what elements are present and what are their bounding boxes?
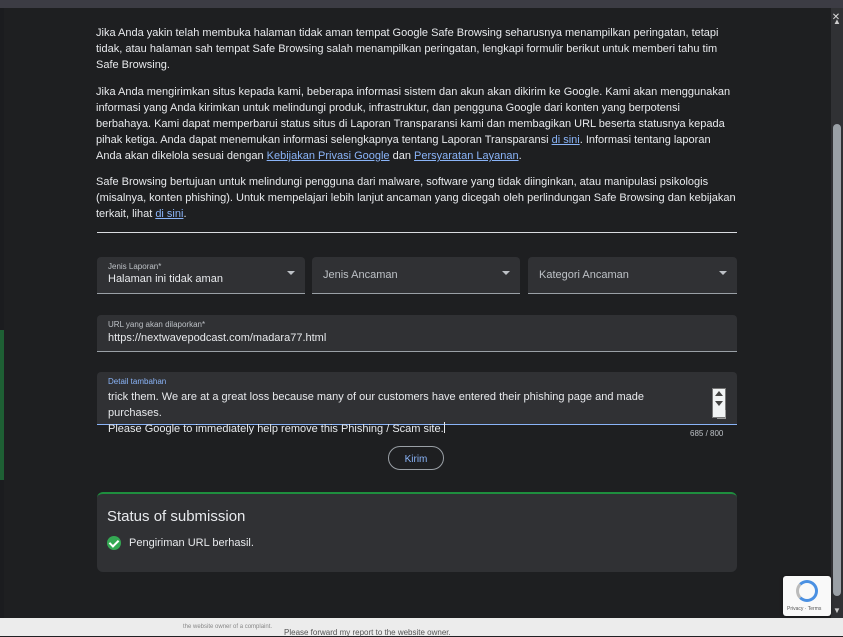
report-type-label: Jenis Laporan* (108, 262, 162, 271)
text: . (518, 150, 522, 162)
threat-category-placeholder: Kategori Ancaman (539, 269, 629, 281)
dropdown-arrow-icon (502, 271, 510, 275)
status-message: Pengiriman URL berhasil. (129, 537, 254, 549)
status-title: Status of submission (107, 508, 246, 525)
url-input[interactable]: URL yang akan dilaporkan* https://nextwa… (97, 315, 737, 352)
top-bar (0, 0, 843, 8)
details-label: Detail tambahan (108, 377, 167, 386)
char-counter: 685 / 800 (690, 429, 724, 438)
recaptcha-footer[interactable]: Privacy · Terms (787, 606, 821, 612)
report-type-value: Halaman ini tidak aman (108, 273, 223, 285)
recaptcha-logo-icon (796, 580, 818, 602)
divider (97, 232, 737, 233)
scroll-down-arrow-icon[interactable]: ▼ (831, 605, 843, 617)
threat-type-placeholder: Jenis Ancaman (323, 269, 398, 281)
success-check-icon (107, 536, 121, 550)
text: Safe Browsing bertujuan untuk melindungi… (96, 176, 736, 220)
recaptcha-badge[interactable]: Privacy · Terms (783, 576, 831, 616)
dropdown-arrow-icon (287, 271, 295, 275)
status-card: Status of submission Pengiriman URL berh… (97, 492, 737, 572)
details-line: trick them. We are at a great loss becau… (108, 391, 645, 419)
resize-handle-icon[interactable] (717, 410, 726, 419)
details-text: trick them. We are at a great loss becau… (108, 389, 698, 437)
text: dan (389, 150, 415, 162)
scrollbar-thumb[interactable] (833, 124, 841, 596)
intro-paragraph-2: Jika Anda mengirimkan situs kepada kami,… (96, 84, 738, 164)
details-line: Please Google to immediately help remove… (108, 423, 444, 435)
threat-category-select[interactable]: Kategori Ancaman (528, 257, 737, 294)
terms-link[interactable]: Persyaratan Layanan (414, 150, 519, 162)
intro-paragraph-3: Safe Browsing bertujuan untuk melindungi… (96, 174, 738, 222)
details-line-last: Please Google to immediately help remove… (108, 421, 698, 437)
intro-paragraph-1: Jika Anda yakin telah membuka halaman ti… (96, 27, 719, 71)
close-icon[interactable]: ✕ (830, 12, 842, 24)
url-value: https://nextwavepodcast.com/madara77.htm… (108, 332, 327, 344)
text-cursor (443, 422, 445, 433)
background-page: the website owner of a complaint. Please… (0, 618, 843, 637)
transparency-link[interactable]: di sini (552, 134, 580, 146)
threats-link[interactable]: di sini (155, 208, 183, 220)
text: . (183, 208, 187, 220)
threat-type-select[interactable]: Jenis Ancaman (312, 257, 520, 294)
url-label: URL yang akan dilaporkan* (108, 320, 206, 329)
privacy-policy-link[interactable]: Kebijakan Privasi Google (267, 150, 390, 162)
report-type-select[interactable]: Jenis Laporan* Halaman ini tidak aman (97, 257, 305, 294)
scroll-up-icon[interactable] (715, 391, 723, 396)
dropdown-arrow-icon (719, 271, 727, 275)
submit-button[interactable]: Kirim (388, 446, 444, 470)
background-text: the website owner of a complaint. (183, 624, 273, 630)
details-textarea[interactable]: Detail tambahan trick them. We are at a … (97, 372, 737, 435)
scroll-down-icon[interactable] (715, 401, 723, 406)
